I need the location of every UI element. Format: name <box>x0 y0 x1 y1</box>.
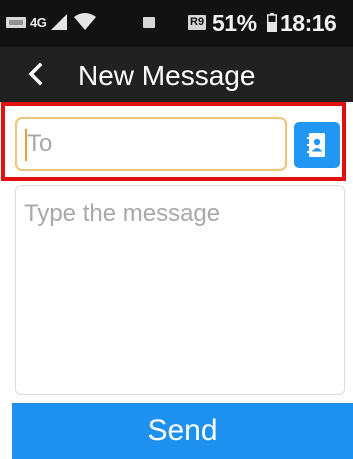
app-bar: New Message <box>0 47 353 102</box>
new-message-screen: 4G R9 51% 18:16 New Message To Type the … <box>0 0 353 459</box>
contacts-button[interactable] <box>294 122 340 168</box>
sim-icon <box>6 16 26 28</box>
clock: 18:16 <box>280 10 337 36</box>
recipient-input[interactable] <box>15 117 287 171</box>
send-button[interactable]: Send <box>12 403 353 459</box>
status-left-group: 4G <box>6 12 97 32</box>
message-notification-icon <box>143 17 155 28</box>
battery-icon <box>267 13 277 32</box>
status-bar: 4G R9 51% 18:16 <box>0 0 353 47</box>
wifi-icon <box>74 13 97 30</box>
back-button[interactable] <box>22 59 52 89</box>
page-title: New Message <box>78 60 256 91</box>
message-body-input[interactable] <box>15 185 345 395</box>
battery-percent: 51% <box>212 10 257 36</box>
r9-badge: R9 <box>188 15 207 30</box>
signal-icon <box>51 14 68 30</box>
chevron-left-icon <box>28 62 43 86</box>
text-cursor <box>25 129 27 161</box>
contacts-book-icon <box>307 133 325 157</box>
network-type-label: 4G <box>30 14 47 30</box>
